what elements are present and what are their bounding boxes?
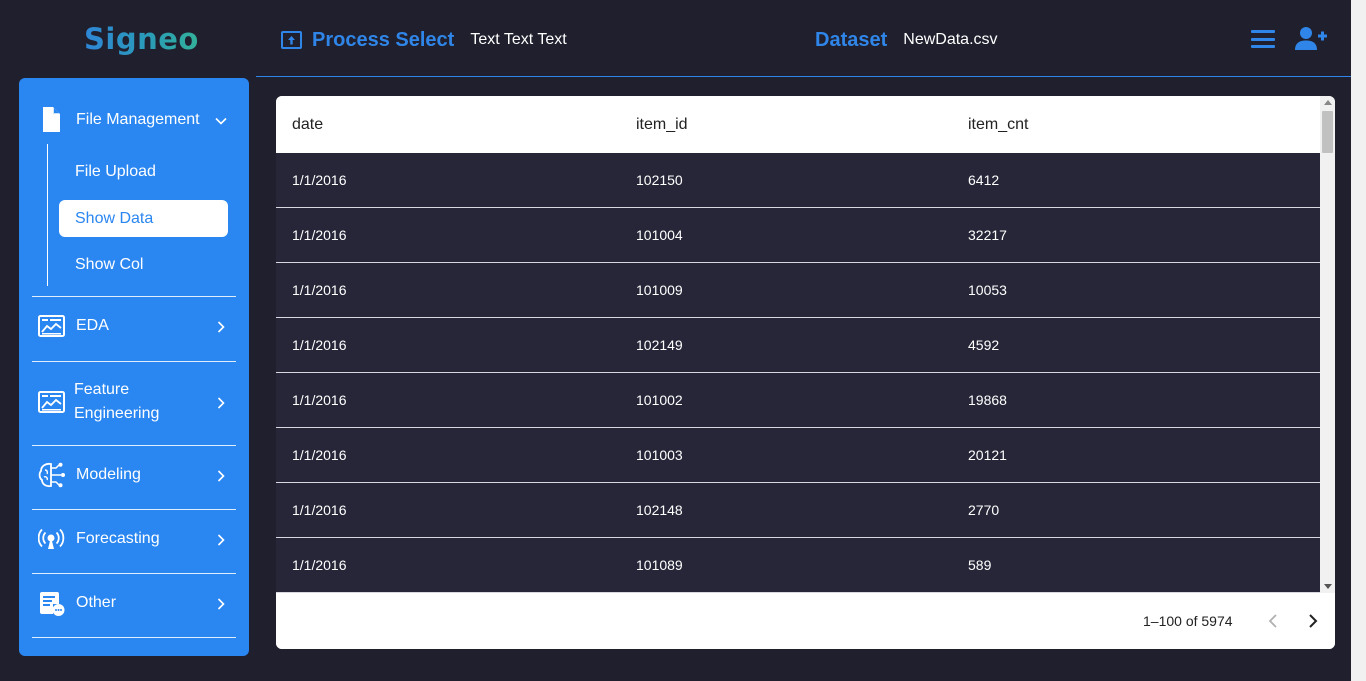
table-cell: 32217 [968, 227, 1007, 243]
dataset-file-name: NewData.csv [903, 31, 998, 48]
table-cell: 1/1/2016 [292, 227, 347, 243]
table-cell: 1/1/2016 [292, 557, 347, 573]
upload-icon[interactable] [281, 31, 302, 49]
sidebar-item-forecasting[interactable]: Forecasting [19, 527, 249, 551]
table-cell: 1/1/2016 [292, 447, 347, 463]
divider [32, 445, 236, 446]
file-icon [38, 107, 66, 133]
table-scrollbar[interactable] [1320, 96, 1335, 593]
table-cell: 101003 [636, 447, 683, 463]
sidebar-subitem-show-data[interactable]: Show Data [59, 200, 228, 237]
table-cell: 102150 [636, 172, 683, 188]
data-table-card: date item_id item_cnt 1/1/2016 102150 64… [276, 96, 1335, 649]
column-header-item-id[interactable]: item_id [636, 96, 688, 153]
sidebar-item-label: Other [76, 594, 117, 611]
table-header: date item_id item_cnt [276, 96, 1320, 153]
sidebar-item-label: File Management [76, 111, 200, 128]
chart-panel-icon [38, 314, 66, 340]
dataset-title[interactable]: Dataset [815, 29, 887, 52]
scroll-down-arrow-icon[interactable] [1324, 584, 1332, 589]
table-cell: 6412 [968, 172, 1000, 188]
app-logo[interactable]: Signeo [84, 22, 199, 56]
divider [32, 296, 236, 297]
divider [32, 573, 236, 574]
sidebar-item-label: Forecasting [76, 530, 160, 547]
add-user-icon[interactable] [1295, 26, 1327, 52]
previous-page-icon[interactable] [1266, 612, 1280, 630]
table-row[interactable]: 1/1/2016 101089 589 [276, 538, 1320, 593]
scroll-up-arrow-icon[interactable] [1324, 100, 1332, 105]
table-cell: 4592 [968, 337, 1000, 353]
sidebar: File Management File Upload Show Data Sh… [19, 78, 249, 656]
table-body: 1/1/2016 102150 6412 1/1/2016 101004 322… [276, 153, 1320, 593]
table-cell: 101002 [636, 392, 683, 408]
divider [32, 361, 236, 362]
scrollbar-thumb[interactable] [1322, 111, 1333, 153]
table-cell: 10053 [968, 282, 1007, 298]
sidebar-item-file-management[interactable]: File Management [19, 107, 249, 133]
table-cell: 1/1/2016 [292, 337, 347, 353]
table-cell: 1/1/2016 [292, 172, 347, 188]
sidebar-item-label: Modeling [76, 466, 141, 483]
sidebar-item-label-line1: Feature [74, 381, 130, 398]
dataset-header: Dataset NewData.csv [815, 28, 998, 52]
chevron-down-icon [215, 114, 227, 126]
process-select-header: Process Select Text Text Text [281, 28, 567, 52]
chart-panel-icon [38, 390, 66, 416]
pagination-info: 1–100 of 5974 [1143, 613, 1233, 629]
chevron-right-icon [215, 533, 227, 546]
table-cell: 101004 [636, 227, 683, 243]
document-chat-icon [38, 591, 66, 617]
table-row[interactable]: 1/1/2016 101004 32217 [276, 208, 1320, 263]
sidebar-item-eda[interactable]: EDA [19, 314, 249, 338]
broadcast-icon [37, 527, 66, 553]
table-row[interactable]: 1/1/2016 101002 19868 [276, 373, 1320, 428]
page-scrollbar[interactable] [1351, 0, 1366, 681]
sidebar-item-label: EDA [76, 317, 109, 334]
table-cell: 1/1/2016 [292, 392, 347, 408]
next-page-icon[interactable] [1306, 612, 1320, 630]
column-header-item-cnt[interactable]: item_cnt [968, 96, 1028, 153]
table-row[interactable]: 1/1/2016 101003 20121 [276, 428, 1320, 483]
hamburger-menu-icon[interactable] [1251, 30, 1275, 48]
sidebar-item-feature-engineering[interactable]: Feature Engineering [19, 378, 249, 426]
table-row[interactable]: 1/1/2016 102150 6412 [276, 153, 1320, 208]
table-cell: 102149 [636, 337, 683, 353]
column-header-date[interactable]: date [292, 96, 323, 153]
chevron-right-icon [215, 320, 227, 333]
table-cell: 19868 [968, 392, 1007, 408]
divider [32, 509, 236, 510]
table-footer: 1–100 of 5974 [276, 593, 1335, 649]
table-cell: 20121 [968, 447, 1007, 463]
chevron-right-icon [215, 469, 227, 482]
sidebar-subitem-file-upload[interactable]: File Upload [59, 153, 228, 190]
sidebar-item-other[interactable]: Other [19, 591, 249, 617]
divider [32, 637, 236, 638]
chevron-right-icon [215, 396, 227, 409]
sidebar-item-modeling[interactable]: Modeling [19, 462, 249, 488]
table-cell: 102148 [636, 502, 683, 518]
brain-circuit-icon [38, 462, 66, 488]
table-cell: 589 [968, 557, 992, 573]
submenu-guide-line [47, 144, 48, 286]
chevron-right-icon [215, 597, 227, 610]
table-cell: 101089 [636, 557, 683, 573]
table-cell: 1/1/2016 [292, 502, 347, 518]
table-cell: 1/1/2016 [292, 282, 347, 298]
table-row[interactable]: 1/1/2016 101009 10053 [276, 263, 1320, 318]
header-divider [256, 76, 1351, 77]
process-select-text: Text Text Text [470, 31, 567, 48]
table-row[interactable]: 1/1/2016 102149 4592 [276, 318, 1320, 373]
process-select-title[interactable]: Process Select [312, 29, 454, 52]
table-cell: 101009 [636, 282, 683, 298]
table-cell: 2770 [968, 502, 1000, 518]
sidebar-item-label-line2: Engineering [74, 405, 160, 422]
sidebar-subitem-show-col[interactable]: Show Col [59, 246, 228, 283]
table-row[interactable]: 1/1/2016 102148 2770 [276, 483, 1320, 538]
